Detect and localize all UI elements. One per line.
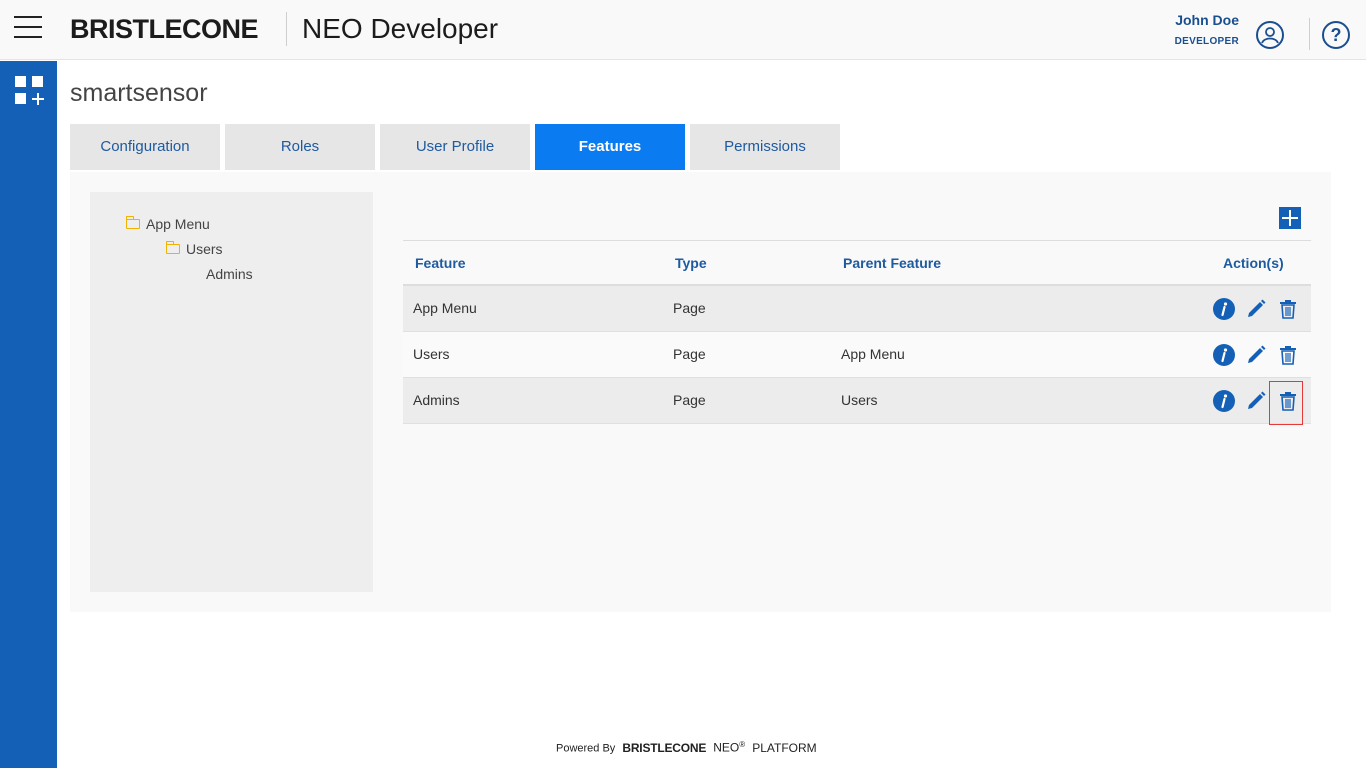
- tree-node-users[interactable]: Users: [165, 240, 223, 258]
- tree-node-app-menu[interactable]: App Menu: [125, 215, 210, 233]
- plus-icon: [32, 93, 44, 105]
- cell-parent: App Menu: [841, 346, 905, 362]
- user-silhouette-icon: [1261, 27, 1279, 44]
- footer-platform: PLATFORM: [752, 740, 817, 755]
- tab-features[interactable]: Features: [535, 124, 685, 170]
- cell-type: Page: [673, 300, 706, 316]
- footer-neo: NEO: [713, 740, 740, 755]
- table-row: Users Page App Menu: [403, 332, 1311, 378]
- row-actions: [1213, 344, 1303, 368]
- features-table: Feature Type Parent Feature Action(s) Ap…: [403, 240, 1311, 425]
- info-icon[interactable]: [1213, 298, 1235, 320]
- table-row: Admins Page Users: [403, 378, 1311, 425]
- footer-brand: BRISTLECONE: [622, 740, 707, 755]
- tab-permissions[interactable]: Permissions: [690, 124, 840, 170]
- footer-powered-by: Powered By: [556, 742, 616, 755]
- cell-feature: Users: [413, 346, 450, 362]
- tree-node-label: Users: [186, 241, 223, 257]
- top-header: BRISTLECONE NEO Developer John Doe DEVEL…: [0, 0, 1366, 60]
- folder-open-icon: [125, 216, 140, 229]
- table-row: App Menu Page: [403, 286, 1311, 332]
- column-header-type[interactable]: Type: [675, 241, 707, 285]
- left-sidebar: [0, 61, 57, 768]
- trash-icon[interactable]: [1277, 390, 1299, 412]
- user-name: John Doe: [1175, 12, 1239, 28]
- trash-icon[interactable]: [1277, 344, 1299, 366]
- apps-grid-icon[interactable]: [15, 76, 45, 106]
- brand-logo[interactable]: BRISTLECONE: [70, 13, 259, 45]
- cell-type: Page: [673, 346, 706, 362]
- info-icon[interactable]: [1213, 344, 1235, 366]
- feature-tree: App Menu Users Admins: [90, 192, 373, 592]
- page-title: smartsensor: [70, 79, 208, 107]
- folder-open-icon: [165, 241, 180, 254]
- row-actions: [1213, 390, 1303, 414]
- row-actions: [1213, 298, 1303, 322]
- user-role: DEVELOPER: [1174, 36, 1239, 47]
- info-icon[interactable]: [1213, 390, 1235, 412]
- cell-parent: Users: [841, 392, 878, 408]
- footer: Powered By BRISTLECONE NEO® PLATFORM: [556, 740, 817, 755]
- edit-pencil-icon[interactable]: [1245, 344, 1267, 366]
- edit-pencil-icon[interactable]: [1245, 390, 1267, 412]
- cell-feature: Admins: [413, 392, 460, 408]
- edit-pencil-icon[interactable]: [1245, 298, 1267, 320]
- add-feature-button[interactable]: [1279, 207, 1301, 229]
- column-header-parent-feature[interactable]: Parent Feature: [843, 241, 941, 285]
- tree-node-label: App Menu: [146, 216, 210, 232]
- features-content-panel: App Menu Users Admins Feature Type Paren…: [70, 172, 1331, 612]
- column-header-feature[interactable]: Feature: [415, 241, 466, 285]
- cell-type: Page: [673, 392, 706, 408]
- footer-registered-mark: ®: [739, 740, 746, 749]
- help-icon[interactable]: ?: [1322, 21, 1350, 49]
- header-divider: [286, 12, 287, 46]
- tab-user-profile[interactable]: User Profile: [380, 124, 530, 170]
- table-header: Feature Type Parent Feature Action(s): [403, 240, 1311, 286]
- column-header-actions: Action(s): [1223, 255, 1284, 271]
- trash-icon[interactable]: [1277, 298, 1299, 320]
- header-divider-right: [1309, 18, 1310, 50]
- hamburger-menu-icon[interactable]: [14, 16, 42, 38]
- user-avatar-icon[interactable]: [1256, 21, 1284, 49]
- tab-configuration[interactable]: Configuration: [70, 124, 220, 170]
- app-title: NEO Developer: [302, 13, 499, 44]
- cell-feature: App Menu: [413, 300, 477, 316]
- tree-node-admins[interactable]: Admins: [206, 265, 253, 283]
- tab-roles[interactable]: Roles: [225, 124, 375, 170]
